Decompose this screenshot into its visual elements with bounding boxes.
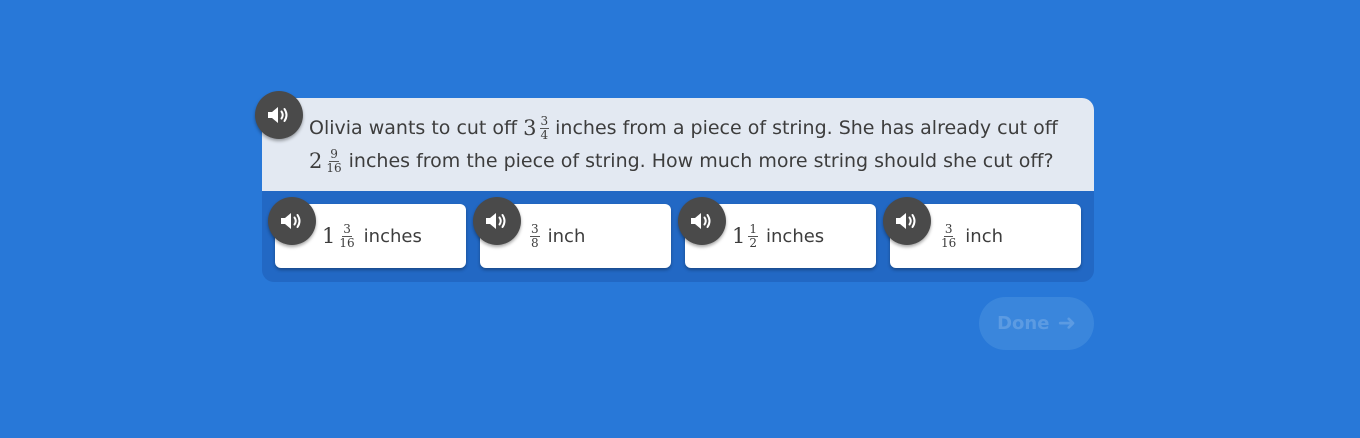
fraction: 3 4 <box>539 114 550 142</box>
unit-label: inches <box>766 225 825 247</box>
fraction-numerator: 9 <box>329 147 339 162</box>
question-text-part: inches from the piece of string. How muc… <box>348 150 1054 172</box>
choice-4-audio-button[interactable] <box>883 197 931 245</box>
fraction-numerator: 3 <box>342 221 352 237</box>
fraction: 1 2 <box>748 221 759 250</box>
speaker-icon <box>691 213 711 229</box>
fraction: 3 16 <box>940 221 957 250</box>
done-label: Done <box>997 313 1050 334</box>
mixed-number-whole: 3 <box>523 116 537 140</box>
mixed-number-whole: 2 <box>309 149 323 173</box>
fraction: 3 8 <box>530 221 540 250</box>
question-text-part: Olivia wants to cut off <box>309 117 518 139</box>
fraction-denominator: 2 <box>749 235 758 250</box>
fraction-denominator: 16 <box>326 161 342 175</box>
fraction-numerator: 3 <box>943 221 954 237</box>
answer-label: 1 1 2 inches <box>732 216 824 256</box>
speaker-icon <box>896 213 916 229</box>
question-text-part: inches from a piece of string. She has a… <box>555 117 1058 139</box>
fraction-denominator: 16 <box>941 235 957 250</box>
speaker-icon <box>281 213 301 229</box>
fraction-numerator: 1 <box>748 221 759 237</box>
unit-label: inches <box>363 225 422 247</box>
done-button[interactable]: Done ➜ <box>979 297 1094 350</box>
fraction: 9 16 <box>325 148 342 175</box>
fraction: 3 16 <box>338 221 355 250</box>
fraction-denominator: 16 <box>339 235 355 250</box>
answer-label: 1 3 16 inches <box>322 216 422 256</box>
fraction-denominator: 8 <box>531 235 539 250</box>
fraction-numerator: 3 <box>539 114 550 129</box>
question-panel: Olivia wants to cut off 3 3 4 inches fro… <box>262 98 1094 282</box>
choice-1-audio-button[interactable] <box>268 197 316 245</box>
mixed-number-whole: 1 <box>732 224 746 248</box>
unit-label: inch <box>547 225 586 247</box>
mixed-number-whole: 1 <box>322 224 336 248</box>
answer-label: 3 16 inch <box>937 216 1003 256</box>
question-box: Olivia wants to cut off 3 3 4 inches fro… <box>262 98 1094 191</box>
unit-label: inch <box>965 225 1003 247</box>
answer-label: 3 8 inch <box>527 216 585 256</box>
question-text: Olivia wants to cut off 3 3 4 inches fro… <box>309 112 1079 178</box>
choice-3-audio-button[interactable] <box>678 197 726 245</box>
speaker-icon <box>268 107 288 123</box>
choice-2-audio-button[interactable] <box>473 197 521 245</box>
question-audio-button[interactable] <box>255 91 303 139</box>
speaker-icon <box>486 213 506 229</box>
arrow-right-icon: ➜ <box>1057 311 1076 336</box>
fraction-numerator: 3 <box>530 221 540 237</box>
fraction-denominator: 4 <box>540 128 549 142</box>
